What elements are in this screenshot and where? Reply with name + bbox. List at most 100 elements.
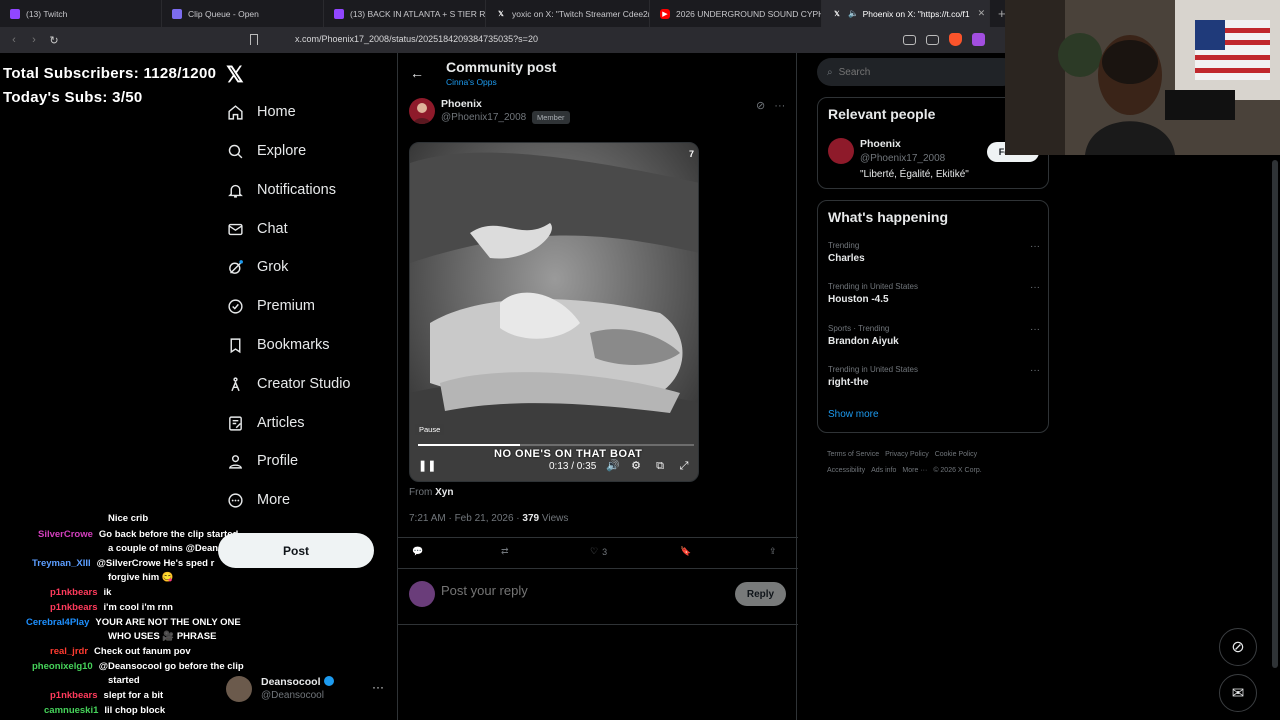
close-tab-icon[interactable]: ✕: [978, 8, 986, 19]
chat-text: started: [108, 675, 140, 686]
reply-avatar: [409, 581, 435, 607]
pause-tooltip: Pause: [415, 424, 445, 435]
pip-icon[interactable]: ⧉: [654, 460, 666, 472]
share-icon[interactable]: [926, 35, 939, 45]
nav-bookmarks[interactable]: Bookmarks: [226, 333, 330, 357]
reply-action[interactable]: 💬: [412, 546, 423, 557]
footer-link[interactable]: Privacy Policy: [885, 451, 929, 458]
nav-grok[interactable]: Grok: [226, 255, 288, 279]
pause-icon[interactable]: ❚❚: [418, 460, 436, 472]
messages-fab[interactable]: ✉: [1219, 674, 1257, 712]
more-dots-icon[interactable]: ···: [1030, 282, 1040, 293]
like-action[interactable]: ♡ 3: [590, 546, 607, 557]
chat-username[interactable]: real_jrdr: [50, 646, 88, 657]
browser-tab[interactable]: 𝕏yoxic on X: "Twitch Streamer Cdee2m: [486, 0, 650, 27]
fullscreen-icon[interactable]: ⤢: [678, 460, 690, 472]
show-more-link[interactable]: Show more: [828, 409, 879, 420]
trend-item[interactable]: Trending in United States right-the ···: [828, 365, 1043, 401]
bookmark-action[interactable]: 🔖: [680, 546, 691, 557]
chat-username[interactable]: camnueski1: [44, 705, 98, 716]
account-switcher[interactable]: Deansocool @Deansocool ···: [226, 674, 386, 704]
chat-text: @Deansocool go before the clip: [98, 661, 244, 672]
footer-link[interactable]: © 2026 X Corp.: [933, 467, 981, 474]
forward-icon[interactable]: ›: [24, 34, 44, 46]
bookmark-page-icon[interactable]: [250, 34, 258, 45]
post-button[interactable]: Post: [218, 533, 374, 568]
x-logo-icon[interactable]: 𝕏: [226, 62, 244, 88]
x-logo-icon: 𝕏: [498, 10, 504, 18]
browser-tab[interactable]: (13) BACK IN ATLANTA + S TIER REA: [324, 0, 486, 27]
chat-username[interactable]: Cerebral4Play: [26, 617, 89, 628]
share-action[interactable]: ⇪: [769, 546, 777, 557]
reload-icon[interactable]: ↻: [44, 34, 64, 47]
chat-username[interactable]: p1nkbears: [50, 587, 98, 598]
nav-chat[interactable]: Chat: [226, 217, 288, 241]
more-dots-icon[interactable]: ···: [1030, 324, 1040, 335]
search-box[interactable]: ⌕: [817, 58, 1017, 86]
community-link[interactable]: Cinna's Opps: [446, 77, 497, 87]
brave-shield-icon[interactable]: [949, 33, 962, 46]
grok-icon[interactable]: ⊘: [756, 100, 765, 112]
whats-happening-title: What's happening: [828, 209, 948, 225]
more-dots-icon[interactable]: ···: [1030, 241, 1040, 252]
author-name[interactable]: Phoenix: [441, 98, 482, 110]
footer-link[interactable]: More ···: [902, 467, 927, 474]
address-bar: ‹ › ↻ x.com/Phoenix17_2008/status/202518…: [0, 27, 1005, 53]
nav-creator-studio[interactable]: Creator Studio: [226, 372, 351, 396]
person-handle[interactable]: @Phoenix17_2008: [860, 153, 945, 164]
reply-input[interactable]: [441, 583, 721, 598]
footer-link[interactable]: Cookie Policy: [935, 451, 977, 458]
repost-action[interactable]: ⇄: [501, 546, 509, 557]
browser-tab[interactable]: (13) Twitch: [0, 0, 162, 27]
author-handle[interactable]: @Phoenix17_2008: [441, 112, 526, 123]
twitch-icon: [334, 8, 344, 19]
browser-tab[interactable]: Clip Queue - Open: [162, 0, 324, 27]
footer-link[interactable]: Accessibility: [827, 467, 865, 474]
footer-link[interactable]: Ads info: [871, 467, 896, 474]
search-icon: ⌕: [827, 66, 833, 78]
cast-icon[interactable]: [903, 35, 916, 45]
nav-profile[interactable]: Profile: [226, 449, 298, 473]
x-logo-icon: 𝕏: [834, 10, 840, 18]
share-icon: ⇪: [769, 546, 777, 556]
nav-explore[interactable]: Explore: [226, 139, 306, 163]
chat-text: lil chop block: [104, 705, 166, 716]
reply-button[interactable]: Reply: [735, 582, 786, 606]
trend-item[interactable]: Sports · Trending Brandon Aiyuk ···: [828, 324, 1043, 360]
trend-item[interactable]: Trending in United States Houston -4.5 ···: [828, 282, 1043, 318]
back-icon[interactable]: ‹: [4, 34, 24, 46]
footer-link[interactable]: Terms of Service: [827, 451, 879, 458]
person-name[interactable]: Phoenix: [860, 138, 901, 150]
chat-username[interactable]: p1nkbears: [50, 602, 98, 613]
video-player[interactable]: 7 Pause NO ONE'S ON THAT BOAT ❚❚ 0:13 / …: [409, 142, 699, 482]
chat-username[interactable]: SilverCrowe: [38, 529, 93, 540]
grok-fab[interactable]: ⊘: [1219, 628, 1257, 666]
search-input[interactable]: [838, 66, 989, 78]
back-arrow-icon[interactable]: ←: [410, 65, 424, 81]
browser-tab[interactable]: ▶ 2026 UNDERGROUND SOUND CYPH: [650, 0, 822, 27]
more-dots-icon[interactable]: ···: [774, 100, 785, 112]
nav-notifications[interactable]: Notifications: [226, 178, 336, 202]
post-timestamp[interactable]: 7:21 AM · Feb 21, 2026 ·: [409, 513, 520, 524]
browser-tab-active[interactable]: 𝕏 🔈 Phoenix on X: "https://t.co/f1 ✕: [822, 0, 990, 27]
chat-username[interactable]: Treyman_XIII: [32, 558, 91, 569]
nav-more[interactable]: More: [226, 488, 290, 512]
settings-gear-icon[interactable]: ⚙: [630, 460, 642, 472]
footer-links: Terms of Service Privacy Policy Cookie Pol…: [827, 447, 1047, 479]
from-source[interactable]: Xyn: [435, 487, 453, 498]
chat-username[interactable]: p1nkbears: [50, 690, 98, 701]
nav-home[interactable]: Home: [226, 100, 296, 124]
trend-item[interactable]: Trending Charles ···: [828, 241, 1043, 277]
volume-icon[interactable]: 🔊: [606, 460, 620, 472]
video-progress-bar[interactable]: [418, 444, 694, 446]
nav-articles[interactable]: Articles: [226, 411, 305, 435]
nav-premium[interactable]: Premium: [226, 294, 315, 318]
envelope-icon: ✉: [1231, 685, 1245, 702]
more-dots-icon[interactable]: ···: [1030, 365, 1040, 376]
url-field[interactable]: x.com/Phoenix17_2008/status/202518420938…: [295, 34, 538, 44]
scrollbar[interactable]: [1272, 160, 1278, 668]
avatar[interactable]: [828, 138, 854, 164]
rewards-icon[interactable]: [972, 33, 985, 46]
author-avatar[interactable]: [409, 98, 435, 124]
chat-username[interactable]: pheonixelg10: [32, 661, 93, 672]
